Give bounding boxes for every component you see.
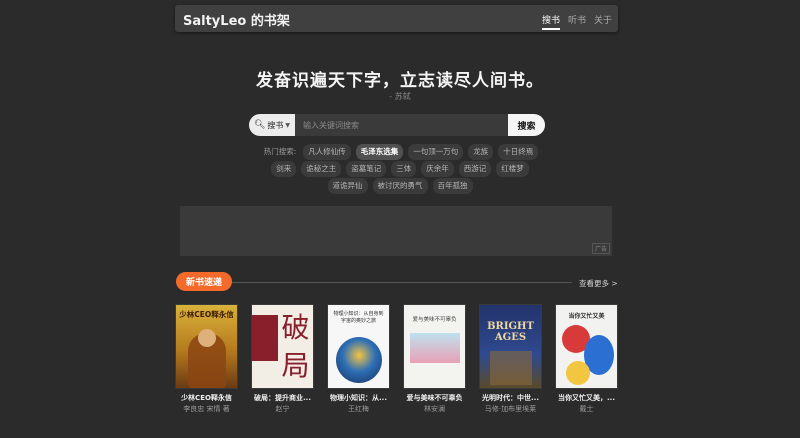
cover-planet <box>336 337 382 383</box>
cover-title: 少林CEO释永信 <box>179 310 234 319</box>
book-cover[interactable]: 当你又忙又美 <box>555 304 618 389</box>
search-type-dropdown[interactable]: 🔍︎ 搜书 ▼ <box>249 114 295 136</box>
book-title: 光明时代：中世... <box>482 394 539 402</box>
book-title: 破局：提升商业... <box>254 394 311 402</box>
search-input[interactable] <box>295 114 508 136</box>
book-title: 当你又忙又美，... <box>558 394 615 402</box>
search-bar: 🔍︎ 搜书 ▼ 搜索 <box>249 114 545 136</box>
hot-tag[interactable]: 百年孤独 <box>432 178 473 194</box>
quote-author: - 苏轼 <box>389 92 411 101</box>
book-card[interactable]: 爱与美味不可辜负 爱与美味不可辜负 林安澜 <box>403 304 466 414</box>
book-cover[interactable]: 物理小知识：从自身到宇宙的奥妙之旅 <box>327 304 390 389</box>
hot-tag[interactable]: 三体 <box>391 161 417 177</box>
book-cover[interactable]: 爱与美味不可辜负 <box>403 304 466 389</box>
book-card[interactable]: 破局 破局：提升商业... 赵宁 <box>251 304 314 414</box>
hot-tag[interactable]: 龙族 <box>468 144 494 160</box>
book-title: 爱与美味不可辜负 <box>406 394 463 402</box>
main-nav: 搜书 听书 关于 <box>541 13 612 30</box>
search-type-label: 搜书 <box>267 120 284 130</box>
top-bar: SaltyLeo 的书架 搜书 听书 关于 <box>175 5 618 32</box>
ad-badge: 广告 <box>591 243 610 254</box>
hot-tag[interactable]: 毛泽东选集 <box>355 144 404 160</box>
cover-title: 爱与美味不可辜负 <box>412 317 457 323</box>
book-title: 少林CEO释永信 <box>181 394 232 402</box>
hot-tag[interactable]: 盗墓笔记 <box>346 161 387 177</box>
hot-searches: 热门搜索: 凡人修仙传 毛泽东选集 一句顶一万句 龙族 十日终焉 剑来 诡秘之主… <box>250 144 550 195</box>
book-author: 李良忠 宋情 著 <box>183 405 230 413</box>
cover-title: 物理小知识：从自身到宇宙的奥妙之旅 <box>333 311 384 324</box>
ad-banner[interactable]: 广告 <box>180 206 612 256</box>
cover-title: BRIGHT AGES <box>487 321 534 343</box>
search-icon: 🔍︎ <box>253 120 266 130</box>
hot-tag[interactable]: 红楼梦 <box>496 161 529 177</box>
hot-tag[interactable]: 道诡异仙 <box>327 178 368 194</box>
cover-figures <box>490 351 532 385</box>
book-author: 王红梅 <box>348 405 369 413</box>
chevron-down-icon: ▼ <box>285 121 291 129</box>
view-more-link[interactable]: 查看更多 > <box>579 278 618 289</box>
cover-red-block <box>252 315 278 361</box>
book-title: 物理小知识：从... <box>330 394 387 402</box>
hot-tag[interactable]: 西游记 <box>458 161 492 177</box>
book-author: 戴士 <box>579 405 594 413</box>
site-title[interactable]: SaltyLeo 的书架 <box>183 10 290 29</box>
hot-tag[interactable]: 一句顶一万句 <box>408 144 464 160</box>
hot-searches-label: 热门搜索: <box>263 147 297 156</box>
search-button[interactable]: 搜索 <box>508 114 545 136</box>
cover-title: 当你又忙又美 <box>568 313 605 320</box>
book-cover[interactable]: 破局 <box>251 304 314 389</box>
book-author: 林安澜 <box>424 405 445 413</box>
hot-tag[interactable]: 被讨厌的勇气 <box>372 178 428 194</box>
nav-search-books[interactable]: 搜书 <box>541 13 560 30</box>
section-divider <box>232 282 572 283</box>
book-card[interactable]: 物理小知识：从自身到宇宙的奥妙之旅 物理小知识：从... 王红梅 <box>327 304 390 414</box>
book-card[interactable]: 当你又忙又美 当你又忙又美，... 戴士 <box>555 304 618 414</box>
new-books-list: 少林CEO释永信 少林CEO释永信 李良忠 宋情 著 破局 破局：提升商业...… <box>175 304 618 414</box>
book-card[interactable]: BRIGHT AGES 光明时代：中世... 马修·加布里埃莱 <box>479 304 542 414</box>
cover-shape-yellow <box>566 361 590 385</box>
book-cover[interactable]: BRIGHT AGES <box>479 304 542 389</box>
cover-illustration <box>410 333 460 363</box>
hot-tag[interactable]: 十日终焉 <box>498 144 539 160</box>
book-cover[interactable]: 少林CEO释永信 <box>175 304 238 389</box>
hero-quote: 发奋识遍天下字，立志读尽人间书。 <box>256 71 544 91</box>
book-author: 马修·加布里埃莱 <box>484 405 537 413</box>
hot-tag[interactable]: 诡秘之主 <box>301 161 342 177</box>
section-title-new-books: 新书速递 <box>176 272 232 291</box>
cover-title: 破局 <box>281 311 310 382</box>
nav-about[interactable]: 关于 <box>594 13 612 26</box>
book-card[interactable]: 少林CEO释永信 少林CEO释永信 李良忠 宋情 著 <box>175 304 238 414</box>
hot-tag[interactable]: 庆余年 <box>421 161 454 177</box>
book-author: 赵宁 <box>275 405 290 413</box>
cover-face <box>198 329 216 347</box>
hot-tag[interactable]: 凡人修仙传 <box>303 144 351 160</box>
hot-tag[interactable]: 剑来 <box>271 161 297 177</box>
nav-audiobooks[interactable]: 听书 <box>568 13 586 26</box>
